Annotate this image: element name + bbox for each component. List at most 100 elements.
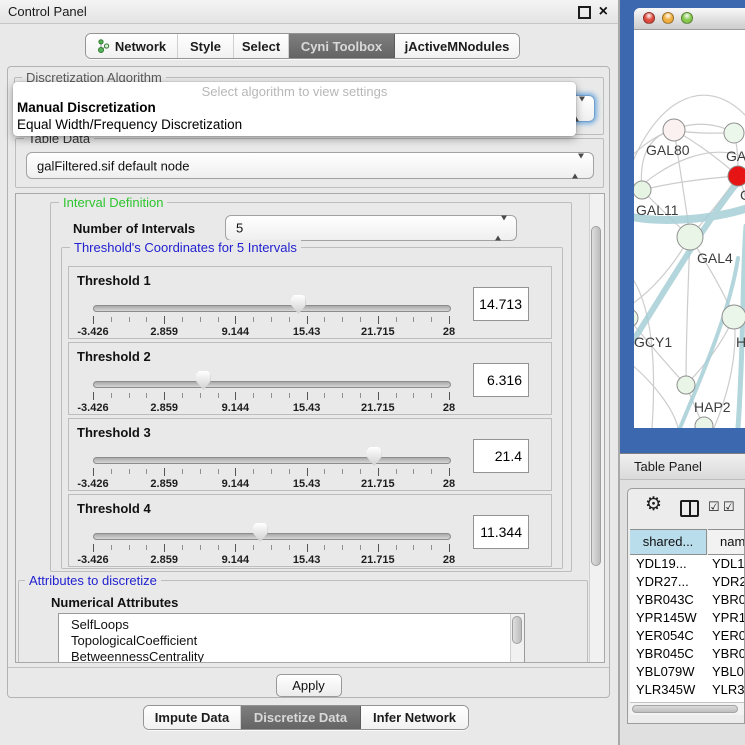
network-graph: GAL80 GA C GAL11 GAL4 GCY1 H HAP2: [634, 30, 745, 428]
attributes-group: Attributes to discretize Numerical Attri…: [18, 580, 588, 663]
close-traffic-light-icon[interactable]: [643, 12, 655, 24]
settings-scroll-panel: Interval Definition Number of Intervals …: [15, 193, 605, 663]
combo-stepper-icon: [572, 158, 584, 173]
control-panel-window: Control Panel × Network Style: [0, 0, 618, 745]
tab-cyni-toolbox[interactable]: Cyni Toolbox: [289, 34, 395, 58]
table-row[interactable]: YBR045CYBR0: [630, 645, 745, 663]
table-data-combobox[interactable]: galFiltered.sif default node: [26, 152, 594, 179]
threshold-1-slider[interactable]: -3.4262.8599.14415.4321.71528: [93, 293, 449, 339]
node-hap2[interactable]: [677, 376, 695, 394]
tab-discretize-data[interactable]: Discretize Data: [241, 706, 361, 729]
float-window-icon[interactable]: [578, 6, 591, 19]
scrollbar-thumb[interactable]: [632, 705, 738, 713]
tab-jactivemnodules[interactable]: jActiveMNodules: [395, 34, 519, 58]
settings-scrollbar[interactable]: [589, 194, 604, 662]
close-window-icon[interactable]: ×: [599, 4, 608, 20]
node-red-selected[interactable]: [728, 166, 745, 186]
node-label-gal80: GAL80: [646, 142, 690, 158]
gear-icon[interactable]: ⚙: [645, 495, 662, 514]
table-row[interactable]: YDL19...YDL1: [630, 555, 745, 573]
tab-style[interactable]: Style: [178, 34, 234, 58]
node-top-right[interactable]: [724, 123, 744, 143]
cyni-toolbox-panel: Discretization Algorithm Select algorith…: [7, 66, 610, 698]
apply-button[interactable]: Apply: [276, 674, 342, 697]
node-gal4[interactable]: [677, 224, 703, 250]
table-panel-title: Table Panel: [634, 459, 702, 474]
column-header-name[interactable]: nam: [708, 529, 745, 555]
thresholds-group: Threshold's Coordinates for 5 Intervals …: [61, 247, 563, 569]
slider-track: [93, 457, 451, 464]
node-h[interactable]: [722, 305, 745, 329]
checkbox-icon[interactable]: ☑: [708, 500, 720, 513]
network-canvas[interactable]: GAL80 GA C GAL11 GAL4 GCY1 H HAP2: [634, 30, 745, 428]
dropdown-option-manual-discretization[interactable]: Manual Discretization: [17, 100, 156, 115]
split-columns-icon[interactable]: [680, 500, 699, 517]
network-icon: [97, 39, 110, 53]
table-row[interactable]: YER054CYER0: [630, 627, 745, 645]
threshold-3-slider[interactable]: -3.4262.8599.14415.4321.71528: [93, 445, 449, 491]
table-panel-inner-window: ⚙ ☑ ☑ shared... nam YDL19...YDL1 YDR27..…: [627, 488, 745, 724]
node-label-gcy1: GCY1: [634, 334, 672, 350]
table-rows: YDL19...YDL1 YDR27...YDR2 YBR043CYBR0 YP…: [630, 555, 745, 702]
screen: Control Panel × Network Style: [0, 0, 745, 745]
checkbox-icon[interactable]: ☑: [723, 500, 735, 513]
node-label-gal11: GAL11: [636, 202, 679, 218]
threshold-2-value-field[interactable]: 6.316: [473, 363, 529, 397]
node-bottom[interactable]: [695, 417, 713, 428]
slider-ticks: [93, 316, 449, 325]
threshold-panel-4: Threshold 4 -3.4262.8599.14415.4321.7152…: [68, 494, 552, 567]
node-label-gal4: GAL4: [697, 250, 733, 266]
slider-tick-labels: -3.4262.8599.14415.4321.71528: [93, 478, 449, 490]
dropdown-option-equal-width-frequency[interactable]: Equal Width/Frequency Discretization: [17, 117, 242, 132]
attributes-list-scrollbar[interactable]: [510, 614, 524, 663]
interval-definition-label: Interval Definition: [59, 195, 167, 210]
scrollbar-thumb[interactable]: [512, 616, 522, 644]
node-gcy1[interactable]: [634, 309, 638, 327]
slider-track: [93, 381, 451, 388]
slider-tick-labels: -3.4262.8599.14415.4321.71528: [93, 402, 449, 414]
table-row[interactable]: YBL079WYBL0: [630, 663, 745, 681]
table-row[interactable]: YDR27...YDR2: [630, 573, 745, 591]
table-row[interactable]: YLR345WYLR3: [630, 681, 745, 699]
control-panel-titlebar: Control Panel ×: [0, 0, 618, 24]
algorithm-dropdown-popup: Select algorithm to view settings Manual…: [13, 82, 576, 136]
column-header-shared-name[interactable]: shared...: [630, 529, 707, 555]
list-item-betweennesscentrality[interactable]: BetweennessCentrality: [59, 649, 524, 663]
node-gal80[interactable]: [663, 119, 685, 141]
zoom-traffic-light-icon[interactable]: [681, 12, 693, 24]
apply-strip: Apply: [8, 667, 609, 699]
tab-impute-data[interactable]: Impute Data: [144, 706, 241, 729]
combo-stepper-icon: [495, 221, 507, 236]
list-item-selfloops[interactable]: SelfLoops: [59, 614, 524, 633]
slider-ticks: [93, 392, 449, 401]
numerical-attributes-list: SelfLoops TopologicalCoefficient Between…: [58, 613, 525, 663]
network-window-titlebar: [634, 8, 745, 30]
node-gal11[interactable]: [634, 181, 651, 199]
tab-infer-network[interactable]: Infer Network: [361, 706, 468, 729]
node-label-h: H: [736, 334, 745, 350]
tab-select[interactable]: Select: [234, 34, 289, 58]
threshold-4-slider[interactable]: -3.4262.8599.14415.4321.71528: [93, 521, 449, 567]
table-panel-titlebar: Table Panel: [620, 453, 745, 480]
tab-network[interactable]: Network: [86, 34, 178, 58]
number-of-intervals-combobox[interactable]: 5: [225, 215, 517, 241]
table-data-group: Table Data galFiltered.sif default node: [15, 138, 604, 188]
table-horizontal-scrollbar[interactable]: [630, 702, 745, 715]
scrollbar-thumb[interactable]: [591, 226, 601, 566]
threshold-4-value-field[interactable]: 11.344: [473, 515, 529, 549]
mode-tabs: Impute Data Discretize Data Infer Networ…: [143, 705, 469, 730]
node-label-hap2: HAP2: [694, 399, 731, 415]
minimize-traffic-light-icon[interactable]: [662, 12, 674, 24]
table-row[interactable]: YPR145WYPR1: [630, 609, 745, 627]
slider-ticks: [93, 468, 449, 477]
threshold-panel-3: Threshold 3 -3.4262.8599.14415.4321.7152…: [68, 418, 552, 491]
network-view-window: GAL80 GA C GAL11 GAL4 GCY1 H HAP2: [620, 0, 745, 454]
threshold-1-value-field[interactable]: 14.713: [473, 287, 529, 321]
threshold-2-slider[interactable]: -3.4262.8599.14415.4321.71528: [93, 369, 449, 415]
table-toolbar: ⚙ ☑ ☑: [628, 489, 744, 527]
list-item-topologicalcoefficient[interactable]: TopologicalCoefficient: [59, 633, 524, 649]
table-row[interactable]: YBR043CYBR0: [630, 591, 745, 609]
window-title: Control Panel: [8, 4, 87, 19]
control-panel-tabs: Network Style Select Cyni Toolbox jActiv…: [85, 33, 520, 59]
threshold-3-value-field[interactable]: 21.4: [473, 439, 529, 473]
